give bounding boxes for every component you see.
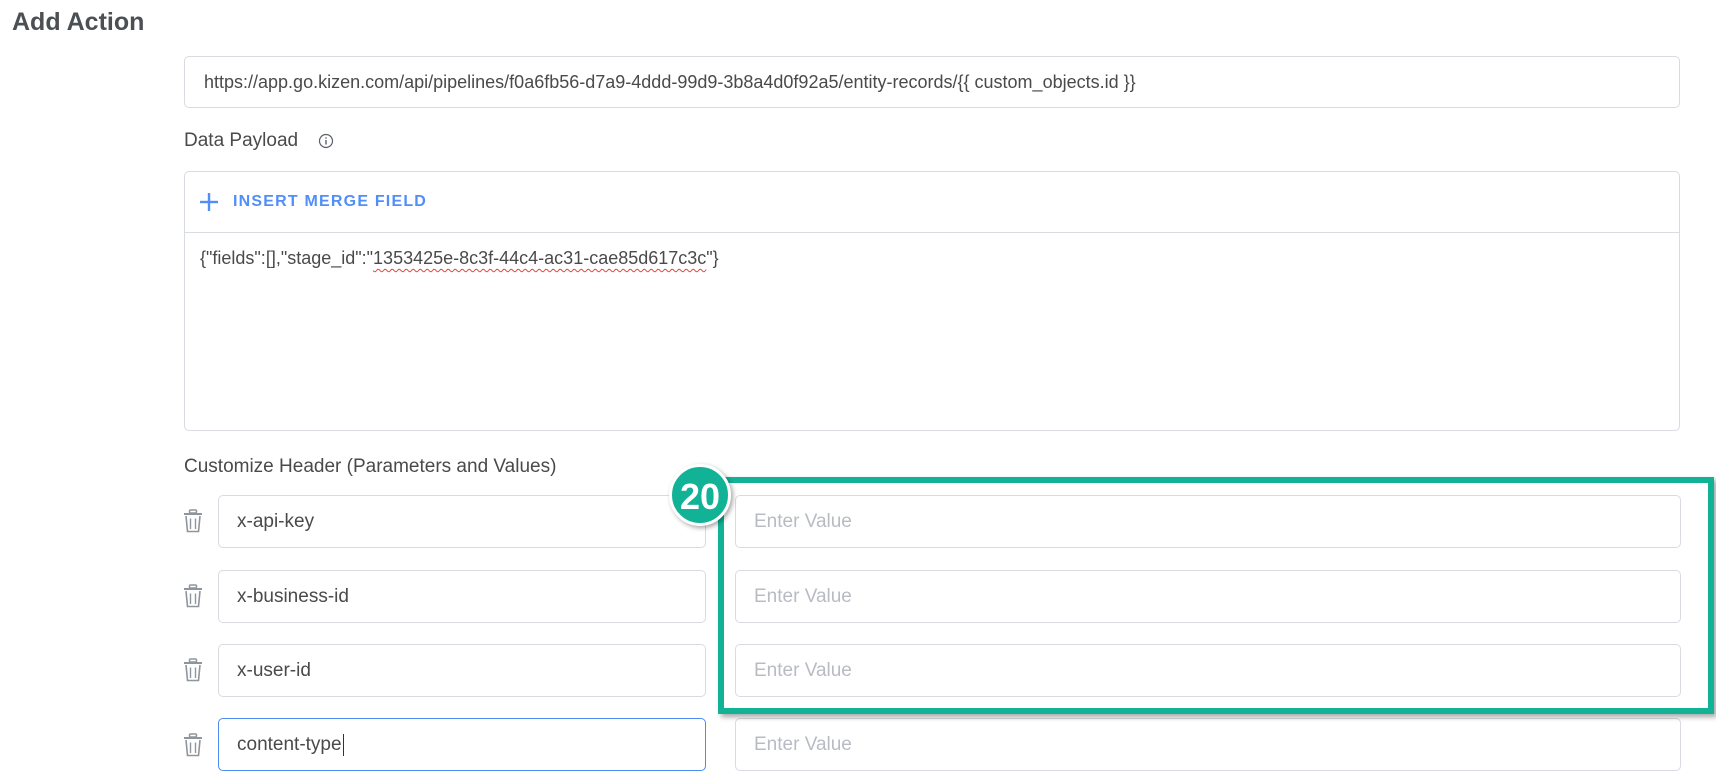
plus-icon xyxy=(200,193,218,211)
annotation-highlight-box xyxy=(718,477,1714,714)
info-icon[interactable] xyxy=(318,133,334,149)
step-number-badge: 20 xyxy=(669,464,731,526)
header-key-input[interactable]: x-user-id xyxy=(218,644,706,697)
customize-header-label: Customize Header (Parameters and Values) xyxy=(184,456,557,477)
trash-icon[interactable] xyxy=(183,733,203,757)
payload-toolbar: INSERT MERGE FIELD xyxy=(185,172,1679,233)
header-value-input[interactable]: Enter Value xyxy=(735,718,1681,771)
payload-text-prefix: {"fields":[],"stage_id":" xyxy=(200,248,374,268)
header-key-text: content-type xyxy=(237,734,342,755)
header-key-input[interactable]: x-business-id xyxy=(218,570,706,623)
trash-icon[interactable] xyxy=(183,658,203,682)
payload-text-suffix: "} xyxy=(706,248,719,268)
page-title: Add Action xyxy=(12,8,145,36)
header-key-input[interactable]: x-api-key xyxy=(218,495,706,548)
trash-icon[interactable] xyxy=(183,584,203,608)
data-payload-label: Data Payload xyxy=(184,130,299,151)
webhook-url-input[interactable]: https://app.go.kizen.com/api/pipelines/f… xyxy=(184,56,1680,108)
payload-text[interactable]: {"fields":[],"stage_id":"1353425e-8c3f-4… xyxy=(200,248,719,269)
data-payload-editor[interactable]: INSERT MERGE FIELD {"fields":[],"stage_i… xyxy=(184,171,1680,431)
payload-stage-id: 1353425e-8c3f-44c4-ac31-cae85d617c3c xyxy=(373,248,707,268)
trash-icon[interactable] xyxy=(183,509,203,533)
header-key-input-focused[interactable]: content-type xyxy=(218,718,706,771)
insert-merge-field-button[interactable]: INSERT MERGE FIELD xyxy=(199,188,427,216)
text-caret xyxy=(342,733,344,756)
insert-merge-field-label: INSERT MERGE FIELD xyxy=(233,193,428,210)
